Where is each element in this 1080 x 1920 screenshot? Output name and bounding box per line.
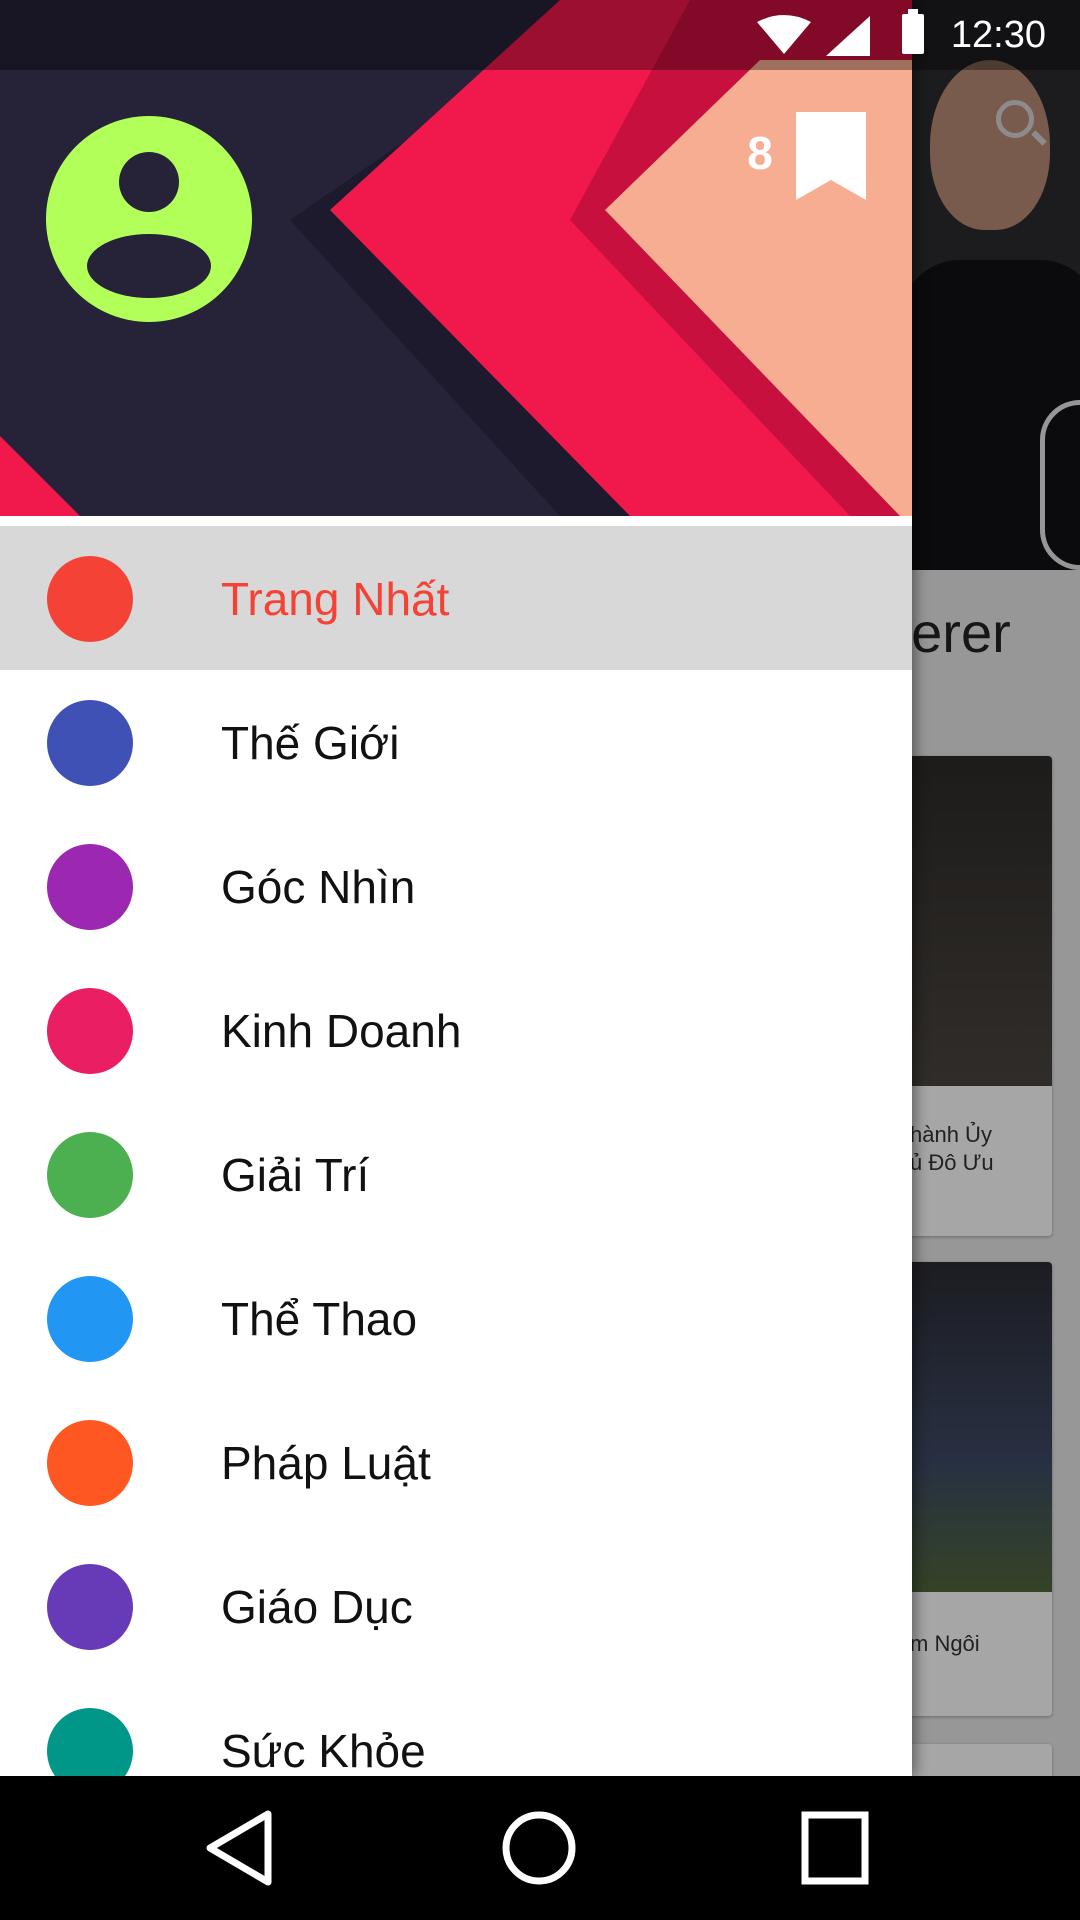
bookmark-icon[interactable] [796,112,866,200]
drawer-menu-item[interactable]: Trang Nhất [0,526,912,670]
signal-icon [826,16,870,56]
status-time: 12:30 [950,14,1046,56]
drawer-menu-item[interactable]: Giải Trí [0,1102,912,1246]
category-dot-icon [47,556,133,642]
category-dot-icon [47,1132,133,1218]
drawer-menu-item-label: Giải Trí [221,1149,370,1201]
system-navigation-bar [0,1776,1080,1920]
category-dot-icon [47,1708,133,1776]
drawer-menu-item-label: Góc Nhìn [221,861,416,913]
drawer-menu-item[interactable]: Góc Nhìn [0,814,912,958]
category-dot-icon [47,844,133,930]
bookmark-count: 8 [747,127,773,179]
drawer-menu-item[interactable]: Giáo Dục [0,1534,912,1678]
back-icon[interactable] [198,1806,288,1890]
category-dot-icon [47,1564,133,1650]
account-circle-icon[interactable] [46,116,252,322]
drawer-menu-item-label: Pháp Luật [221,1437,431,1489]
category-dot-icon [47,988,133,1074]
drawer-menu-item[interactable]: Thể Thao [0,1246,912,1390]
home-icon[interactable] [494,1806,584,1890]
status-bar: 12:30 [0,0,1080,70]
category-dot-icon [47,700,133,786]
category-dot-icon [47,1276,133,1362]
drawer-menu-item-label: Thế Giới [221,717,400,769]
drawer-menu-item[interactable]: Thế Giới [0,670,912,814]
wifi-icon [757,15,811,54]
recents-icon[interactable] [793,1806,883,1890]
navigation-drawer: 8 Trang Nhất Thế Giới Góc Nhìn Kinh Doanh Gi… [0,0,912,1776]
drawer-menu-item[interactable]: Kinh Doanh [0,958,912,1102]
battery-icon [902,9,924,54]
drawer-menu-item-label: Sức Khỏe [221,1725,426,1776]
drawer-header: 8 [0,0,912,516]
drawer-menu-item-label: Kinh Doanh [221,1005,462,1057]
drawer-menu-item[interactable]: Pháp Luật [0,1390,912,1534]
category-dot-icon [47,1420,133,1506]
drawer-menu-item-label: Trang Nhất [221,573,450,625]
drawer-menu-item[interactable]: Sức Khỏe [0,1678,912,1776]
drawer-menu-item-label: Thể Thao [221,1293,418,1345]
drawer-menu-item-label: Giáo Dục [221,1581,413,1633]
